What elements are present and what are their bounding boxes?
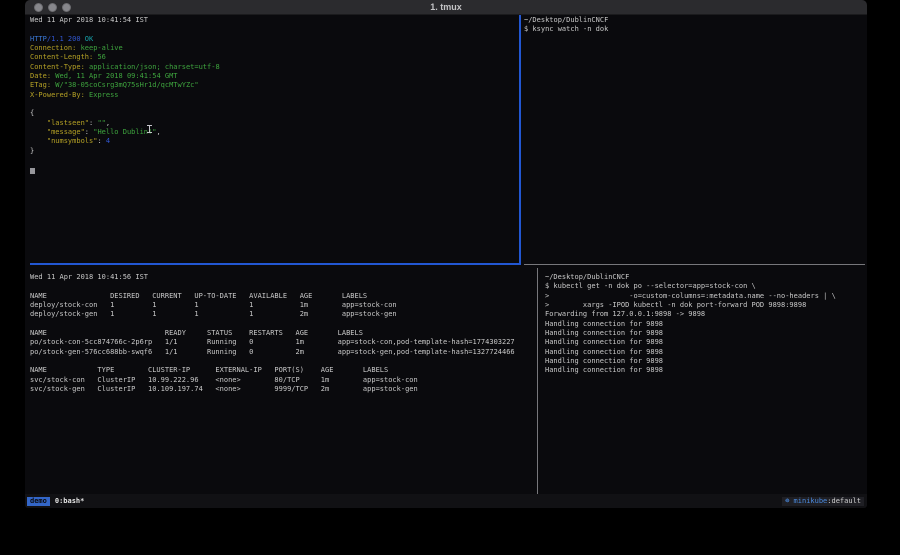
- json-entry: "message": "Hello Dublin!",: [30, 128, 518, 137]
- output-line: Handling connection for 9898: [545, 357, 863, 366]
- pod-table-header: NAME READY STATUS RESTARTS AGE LABELS: [30, 329, 535, 338]
- output-line: Handling connection for 9898: [545, 366, 863, 375]
- svc-table-header: NAME TYPE CLUSTER-IP EXTERNAL-IP PORT(S)…: [30, 366, 535, 375]
- json-brace-open: {: [30, 109, 518, 118]
- http-header: Connection: keep-alive: [30, 44, 518, 53]
- pane-divider-vertical-top[interactable]: [519, 15, 521, 265]
- pane-http-response[interactable]: Wed 11 Apr 2018 10:41:54 IST HTTP/1.1 20…: [30, 16, 518, 156]
- http-header: Content-Type: application/json; charset=…: [30, 63, 518, 72]
- http-header: Content-Length: 56: [30, 53, 518, 62]
- tmux-window-tab[interactable]: 0:bash*: [55, 497, 85, 505]
- window-title: 1. tmux: [25, 2, 867, 12]
- command: $ ksync watch -n dok: [524, 25, 862, 34]
- tmux-status-bar: demo 0:bash* ☸ minikube:default: [25, 494, 867, 508]
- json-entry: "numsymbols": 4: [30, 137, 518, 146]
- cwd: ~/Desktop/DublinCNCF: [545, 273, 863, 282]
- pane-port-forward[interactable]: ~/Desktop/DublinCNCF $ kubectl get -n do…: [545, 273, 863, 376]
- kube-context: minikube: [789, 497, 827, 505]
- kube-context-indicator: ☸ minikube:default: [782, 497, 864, 506]
- http-header: ETag: W/"38-05coCsrg3mQ75sHr1d/qcMTwYZc": [30, 81, 518, 90]
- deploy-table-header: NAME DESIRED CURRENT UP-TO-DATE AVAILABL…: [30, 292, 535, 301]
- table-row: svc/stock-gen ClusterIP 10.109.197.74 <n…: [30, 385, 535, 394]
- table-row: po/stock-gen-576cc688bb-swqf6 1/1 Runnin…: [30, 348, 535, 357]
- pane-ksync[interactable]: ~/Desktop/DublinCNCF $ ksync watch -n do…: [524, 16, 862, 35]
- http-header: X-Powered-By: Express: [30, 91, 518, 100]
- pane-divider-horizontal-left[interactable]: [30, 263, 520, 265]
- ibeam-mouse-cursor-icon: [147, 125, 152, 134]
- table-row: po/stock-con-5cc874766c-2p6rp 1/1 Runnin…: [30, 338, 535, 347]
- table-row: deploy/stock-con 1 1 1 1 1m app=stock-co…: [30, 301, 535, 310]
- pane-divider-horizontal-right[interactable]: [524, 264, 865, 265]
- json-brace-close: }: [30, 147, 518, 156]
- http-header: Date: Wed, 11 Apr 2018 09:41:54 GMT: [30, 72, 518, 81]
- pane-divider-vertical-bottom[interactable]: [537, 268, 538, 494]
- pane-kubectl-resources[interactable]: Wed 11 Apr 2018 10:41:56 IST NAME DESIRE…: [30, 273, 535, 394]
- timestamp: Wed 11 Apr 2018 10:41:56 IST: [30, 273, 535, 282]
- cwd: ~/Desktop/DublinCNCF: [524, 16, 862, 25]
- output-line: Forwarding from 127.0.0.1:9898 -> 9898: [545, 310, 863, 319]
- table-row: svc/stock-con ClusterIP 10.99.222.96 <no…: [30, 376, 535, 385]
- tmux-session-badge: demo: [27, 497, 50, 506]
- window-titlebar: 1. tmux: [25, 0, 867, 15]
- command: $ kubectl get -n dok po --selector=app=s…: [545, 282, 863, 291]
- command-continuation: > -o=custom-columns=:metadata.name --no-…: [545, 292, 863, 301]
- table-row: deploy/stock-gen 1 1 1 1 2m app=stock-ge…: [30, 310, 535, 319]
- http-status-line: HTTP/1.1 200 OK: [30, 35, 518, 44]
- tmux-content: Wed 11 Apr 2018 10:41:54 IST HTTP/1.1 20…: [25, 15, 867, 494]
- json-entry: "lastseen": "",: [30, 119, 518, 128]
- output-line: Handling connection for 9898: [545, 348, 863, 357]
- terminal-window: 1. tmux Wed 11 Apr 2018 10:41:54 IST HTT…: [25, 0, 867, 508]
- kube-namespace: :default: [827, 497, 861, 505]
- output-line: Handling connection for 9898: [545, 329, 863, 338]
- timestamp: Wed 11 Apr 2018 10:41:54 IST: [30, 16, 518, 25]
- output-line: Handling connection for 9898: [545, 320, 863, 329]
- output-line: Handling connection for 9898: [545, 338, 863, 347]
- terminal-block-cursor: [30, 168, 35, 174]
- command-continuation: > xargs -IPOD kubectl -n dok port-forwar…: [545, 301, 863, 310]
